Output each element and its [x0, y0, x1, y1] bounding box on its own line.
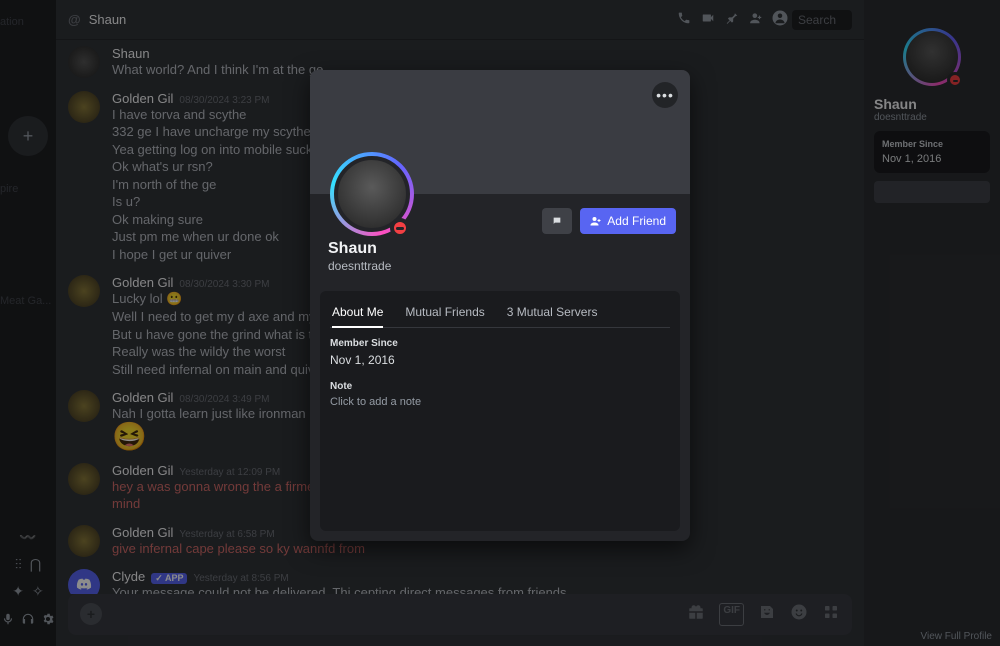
tab-mutual-servers[interactable]: 3 Mutual Servers	[507, 301, 598, 327]
note-label: Note	[330, 381, 670, 392]
profile-tabs: About Me Mutual Friends 3 Mutual Servers	[330, 301, 670, 328]
dnd-status-icon	[390, 218, 410, 238]
member-since-label: Member Since	[330, 338, 670, 349]
add-friend-button[interactable]: Add Friend	[580, 208, 676, 234]
modal-overlay: ••• Add Friend Shaun doesnttrade About M…	[0, 0, 1000, 646]
profile-handle: doesnttrade	[328, 259, 672, 273]
tab-about-me[interactable]: About Me	[332, 301, 383, 327]
member-since-value: Nov 1, 2016	[330, 353, 670, 367]
profile-modal: ••• Add Friend Shaun doesnttrade About M…	[310, 70, 690, 541]
note-input[interactable]: Click to add a note	[330, 396, 670, 408]
profile-info-panel: About Me Mutual Friends 3 Mutual Servers…	[320, 291, 680, 531]
more-options-button[interactable]: •••	[652, 82, 678, 108]
tab-mutual-friends[interactable]: Mutual Friends	[405, 301, 484, 327]
message-button[interactable]	[542, 208, 572, 234]
profile-display-name: Shaun	[328, 240, 672, 258]
add-friend-label: Add Friend	[607, 214, 666, 228]
